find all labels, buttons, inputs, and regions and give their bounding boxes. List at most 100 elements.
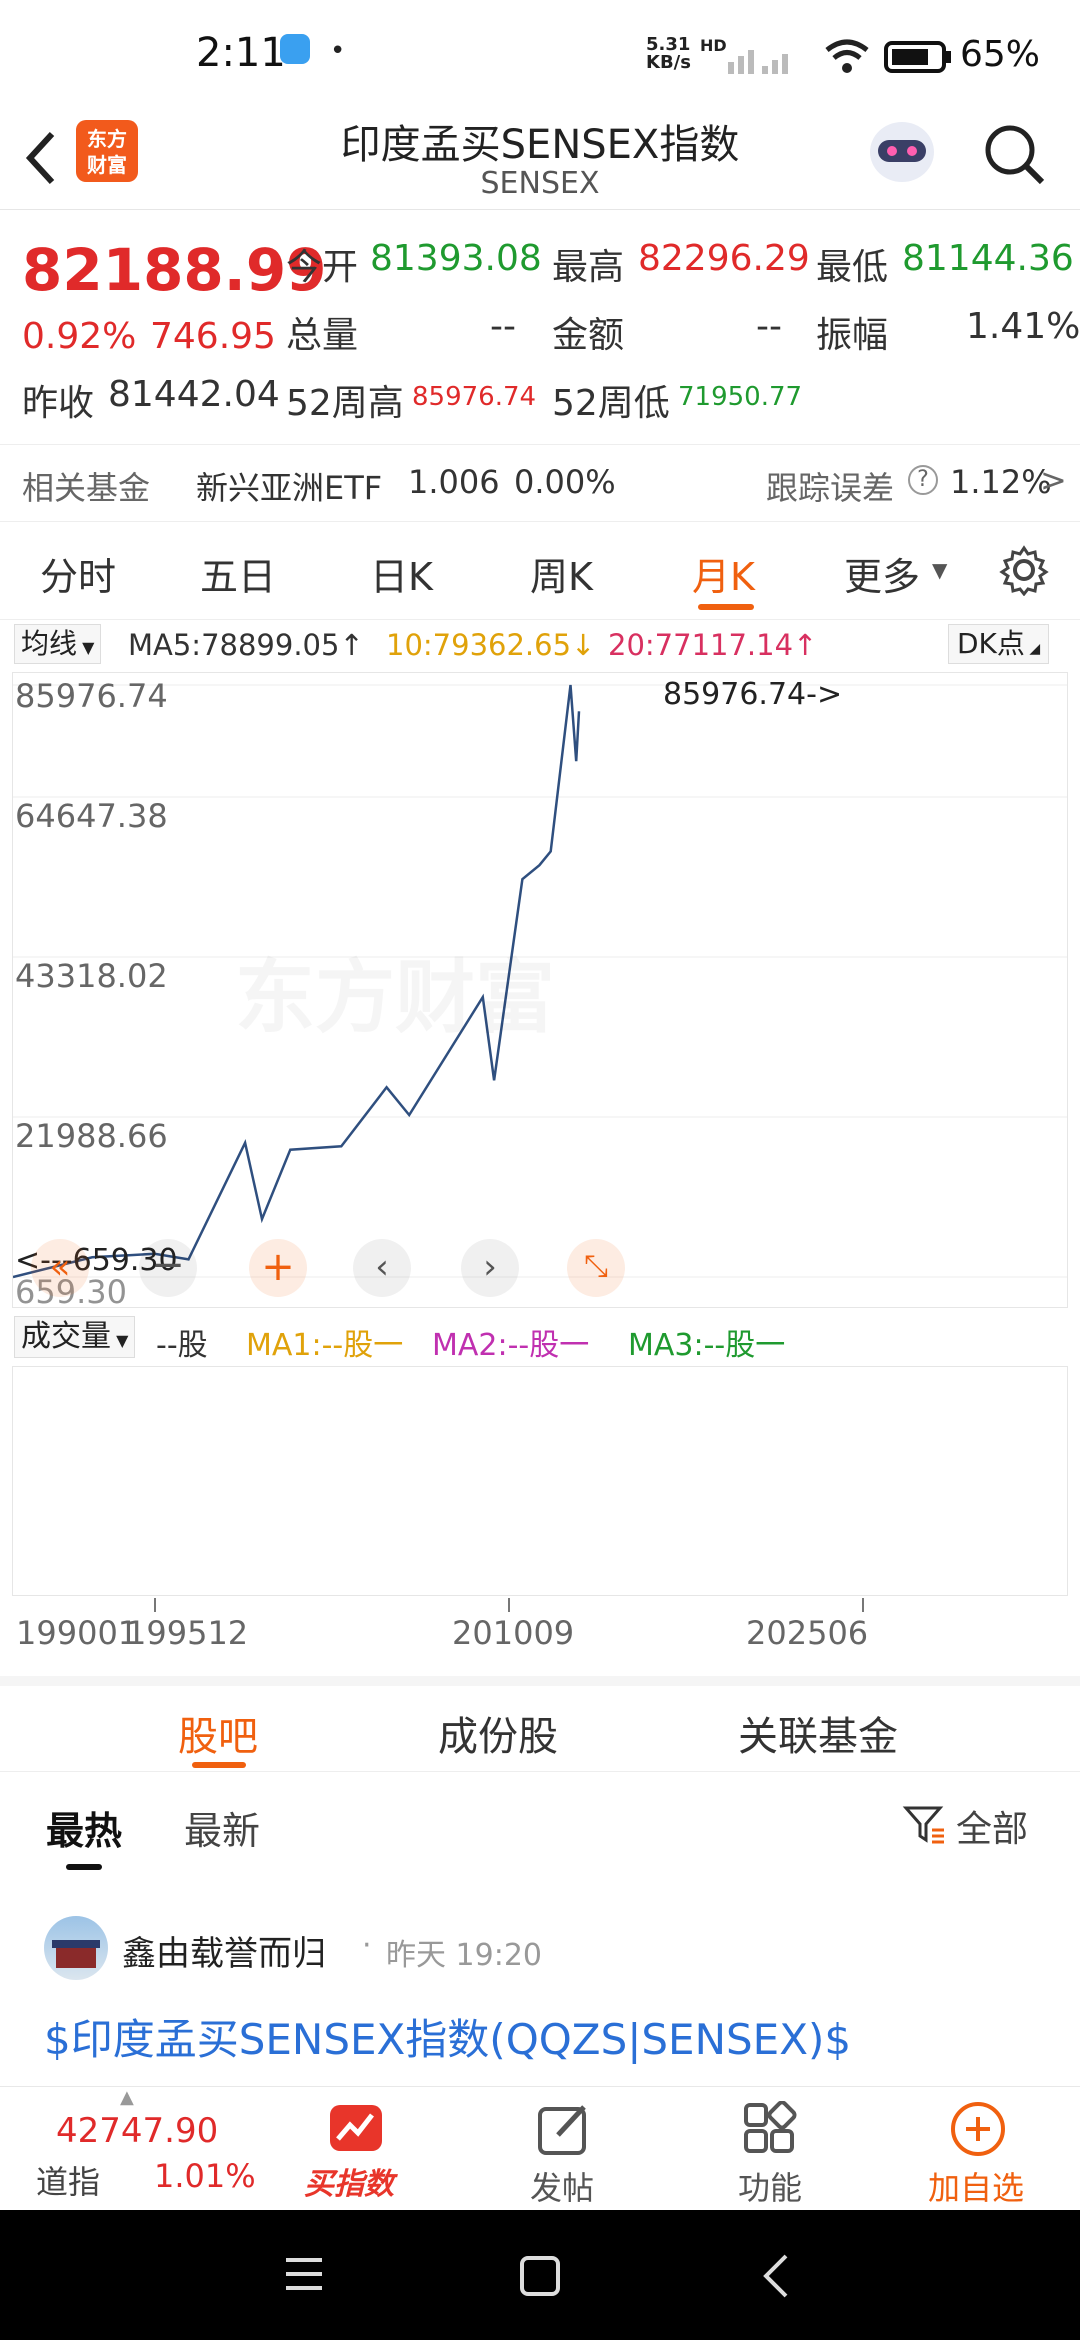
gear-icon[interactable]	[998, 544, 1050, 596]
high-label: 最高	[552, 247, 625, 288]
x-label-3: 202506	[746, 1614, 869, 1652]
page-subtitle: SENSEX	[480, 166, 600, 201]
post-button[interactable]: 发帖	[530, 2163, 594, 2209]
zoom-out-icon[interactable]: −	[139, 1239, 197, 1297]
back-nav-icon[interactable]	[758, 2252, 794, 2300]
tab-related-funds[interactable]: 关联基金	[738, 1704, 898, 1762]
tracking-error-value: 1.12%	[950, 463, 1052, 501]
fund-change: 0.00%	[514, 463, 616, 501]
robot-assistant-icon[interactable]	[862, 114, 942, 194]
volume-selector[interactable]: 成交量 ▼	[14, 1316, 136, 1358]
post-time: 昨天 19:20	[386, 1938, 542, 1973]
battery-icon	[884, 41, 951, 73]
menu-icon[interactable]	[282, 2254, 326, 2294]
tab-guba[interactable]: 股吧	[178, 1704, 258, 1762]
x-tick	[862, 1598, 864, 1612]
tab-newest[interactable]: 最新	[184, 1800, 260, 1855]
quote-panel: 82188.99 0.92% 746.95 昨收 81442.04 今开 813…	[0, 212, 1080, 442]
wk52-low-value: 71950.77	[678, 382, 803, 412]
dow-change[interactable]: 1.01%	[154, 2157, 256, 2195]
x-label-1: 199512	[126, 1614, 249, 1652]
open-value: 81393.08	[370, 238, 542, 279]
dow-label[interactable]: 道指	[36, 2157, 100, 2203]
vol-ma1: MA1:--股一	[246, 1328, 404, 1363]
post-item[interactable]: 鑫由载誉而归 · 昨天 19:20 $印度孟买SENSEX指数(QQZS|SEN…	[0, 1890, 1080, 2090]
vol-ma2: MA2:--股一	[432, 1328, 590, 1363]
back-icon[interactable]	[20, 128, 60, 188]
amplitude-label: 振幅	[816, 315, 889, 356]
related-fund-row[interactable]: 相关基金 新兴亚洲ETF 1.006 0.00% 跟踪误差 ? 1.12% >	[0, 444, 1080, 522]
rewind-icon[interactable]: «	[31, 1239, 89, 1297]
wk52-high-label: 52周高	[286, 383, 404, 424]
fullscreen-icon[interactable]: ⤡	[567, 1239, 625, 1297]
user-avatar[interactable]	[44, 1916, 108, 1980]
tab-constituents[interactable]: 成份股	[438, 1704, 558, 1762]
ma-selector[interactable]: 均线 ▼	[14, 624, 102, 664]
page-title: 印度孟买SENSEX指数	[340, 122, 740, 168]
dropdown-arrow-icon: ▼	[932, 558, 948, 582]
max-marker: 85976.74->	[663, 677, 843, 712]
period-tabs: 分时 五日 日K 周K 月K 更多 ▼	[0, 524, 1080, 620]
functions-button[interactable]: 功能	[738, 2163, 802, 2209]
scroll-left-icon[interactable]: ‹	[353, 1239, 411, 1297]
watermark: 东方财富	[235, 933, 555, 1049]
weather-app-icon	[280, 34, 310, 64]
filter-icon[interactable]	[902, 1802, 946, 1846]
net-speed: 5.31 KB/s	[646, 34, 691, 73]
related-fund-label: 相关基金	[22, 469, 151, 507]
tab-intraday[interactable]: 分时	[40, 546, 116, 601]
active-tab-indicator	[192, 1762, 246, 1768]
tab-monthly-k[interactable]: 月K	[692, 546, 755, 601]
change-amount: 746.95	[150, 316, 276, 357]
vol-ma3: MA3:--股一	[628, 1328, 786, 1363]
low-label: 最低	[816, 247, 889, 288]
change-percent: 0.92%	[22, 316, 137, 357]
filter-all[interactable]: 全部	[956, 1800, 1028, 1852]
separator-dot: ·	[362, 1928, 372, 1963]
high-value: 82296.29	[638, 238, 810, 279]
kline-chart[interactable]: 东方财富 85976.74 64647.38 43318.02 21988.66…	[12, 672, 1068, 1311]
ma20-value: 20:77117.14↑	[608, 628, 818, 662]
trend-chart-icon	[330, 2105, 382, 2151]
tab-five-day[interactable]: 五日	[200, 546, 276, 601]
post-username[interactable]: 鑫由载誉而归	[122, 1926, 326, 1975]
tab-hottest[interactable]: 最热	[46, 1800, 122, 1855]
dow-value[interactable]: 42747.90	[56, 2111, 218, 2151]
y-label-2: 64647.38	[15, 797, 168, 835]
fund-name[interactable]: 新兴亚洲ETF	[196, 463, 382, 509]
tab-more[interactable]: 更多	[844, 546, 920, 601]
chevron-right-icon[interactable]: >	[1040, 461, 1067, 499]
y-label-4: 21988.66	[15, 1117, 168, 1155]
eastmoney-logo[interactable]: 东方 财富	[76, 120, 138, 182]
dot-icon: •	[330, 36, 346, 66]
zoom-in-icon[interactable]: +	[249, 1239, 307, 1297]
search-icon[interactable]	[982, 122, 1048, 188]
ma5-value: MA5:78899.05↑	[128, 628, 364, 662]
volume-chart[interactable]	[12, 1366, 1068, 1596]
signal-icon	[728, 50, 788, 74]
amount-value: --	[756, 306, 782, 347]
volume-value: --	[490, 306, 516, 347]
x-axis: 199001 199512 201009 202506	[0, 1596, 1080, 1676]
fund-price: 1.006	[408, 463, 500, 501]
home-icon[interactable]	[518, 2254, 562, 2298]
dk-point-selector[interactable]: DK点 ◢	[948, 624, 1050, 664]
battery-percent: 65%	[960, 34, 1041, 75]
sort-tabs: 最热 最新 全部	[0, 1772, 1080, 1882]
y-label-max: 85976.74	[15, 677, 168, 715]
expand-up-icon[interactable]: ▲	[120, 2087, 134, 2108]
help-icon[interactable]: ?	[908, 465, 938, 495]
tab-weekly-k[interactable]: 周K	[530, 546, 593, 601]
amplitude-value: 1.41%	[966, 306, 1080, 347]
prev-close-value: 81442.04	[108, 374, 280, 415]
buy-index-button[interactable]: 买指数	[304, 2159, 394, 2203]
volume-unit: --股	[156, 1328, 208, 1363]
scroll-right-icon[interactable]: ›	[461, 1239, 519, 1297]
add-watchlist-button[interactable]: 加自选	[928, 2163, 1024, 2209]
post-content[interactable]: $印度孟买SENSEX指数(QQZS|SENSEX)$	[44, 2006, 851, 2067]
tab-daily-k[interactable]: 日K	[370, 546, 433, 601]
active-subtab-indicator	[66, 1864, 102, 1870]
low-value: 81144.36	[902, 238, 1074, 279]
x-tick	[508, 1598, 510, 1612]
wifi-icon	[825, 39, 869, 73]
